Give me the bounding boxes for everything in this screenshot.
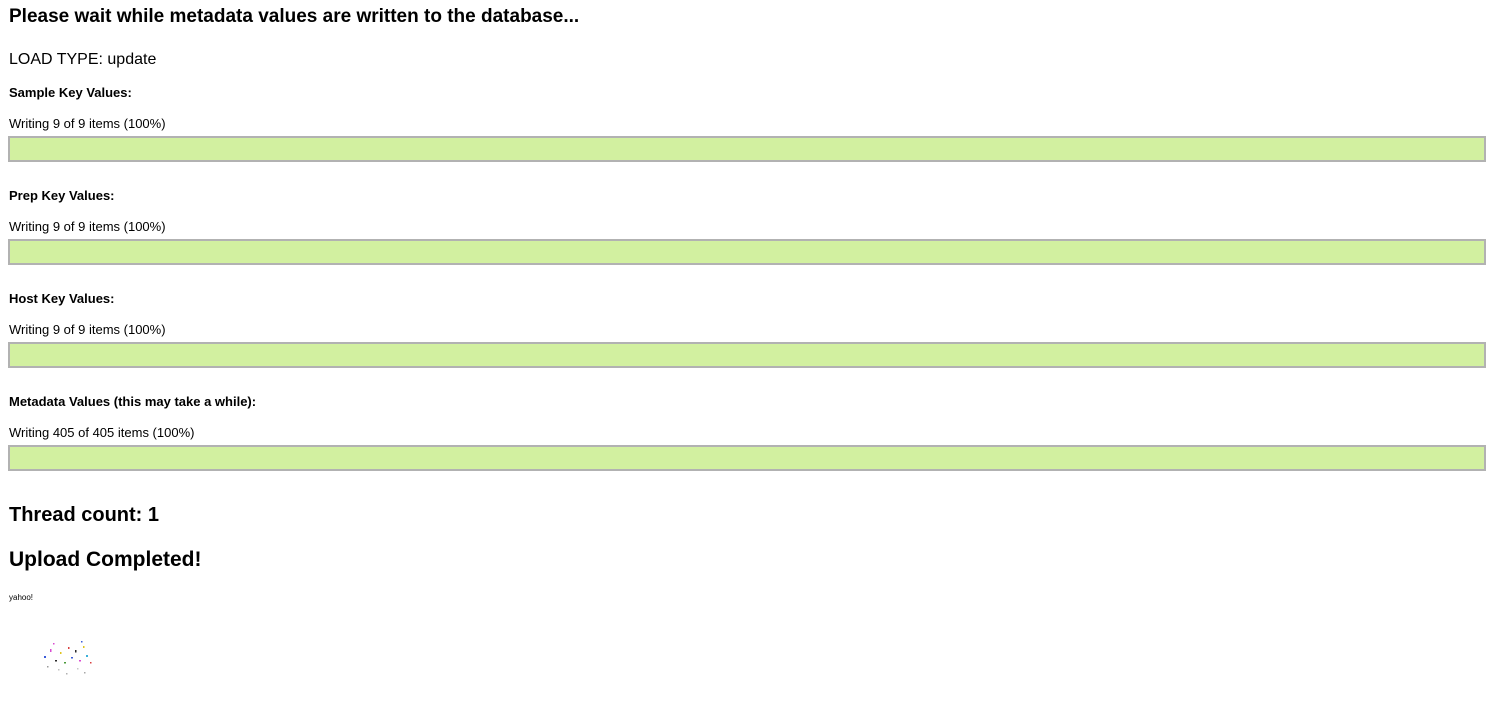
prep-key-values-status: Writing 9 of 9 items (100%) (9, 219, 166, 234)
metadata-values-progress-bar (8, 445, 1486, 471)
page-heading: Please wait while metadata values are wr… (9, 6, 580, 27)
host-key-values-status: Writing 9 of 9 items (100%) (9, 322, 166, 337)
prep-key-values-title: Prep Key Values: (9, 188, 115, 203)
progress-fill (10, 241, 1484, 263)
sample-key-values-status: Writing 9 of 9 items (100%) (9, 116, 166, 131)
confetti-icon (44, 641, 92, 675)
progress-fill (10, 447, 1484, 469)
upload-completed-heading: Upload Completed! (9, 548, 202, 571)
progress-fill (10, 344, 1484, 366)
host-key-values-title: Host Key Values: (9, 291, 115, 306)
metadata-values-title: Metadata Values (this may take a while): (9, 394, 257, 409)
sample-key-values-progress-bar (8, 136, 1486, 162)
metadata-values-status: Writing 405 of 405 items (100%) (9, 425, 195, 440)
progress-fill (10, 138, 1484, 160)
completion-note: yahoo! (9, 593, 34, 602)
load-type-label: LOAD TYPE: update (9, 51, 157, 68)
upload-progress-page: Please wait while metadata values are wr… (0, 0, 1502, 715)
sample-key-values-title: Sample Key Values: (9, 85, 132, 100)
prep-key-values-progress-bar (8, 239, 1486, 265)
host-key-values-progress-bar (8, 342, 1486, 368)
thread-count: Thread count: 1 (9, 504, 160, 526)
